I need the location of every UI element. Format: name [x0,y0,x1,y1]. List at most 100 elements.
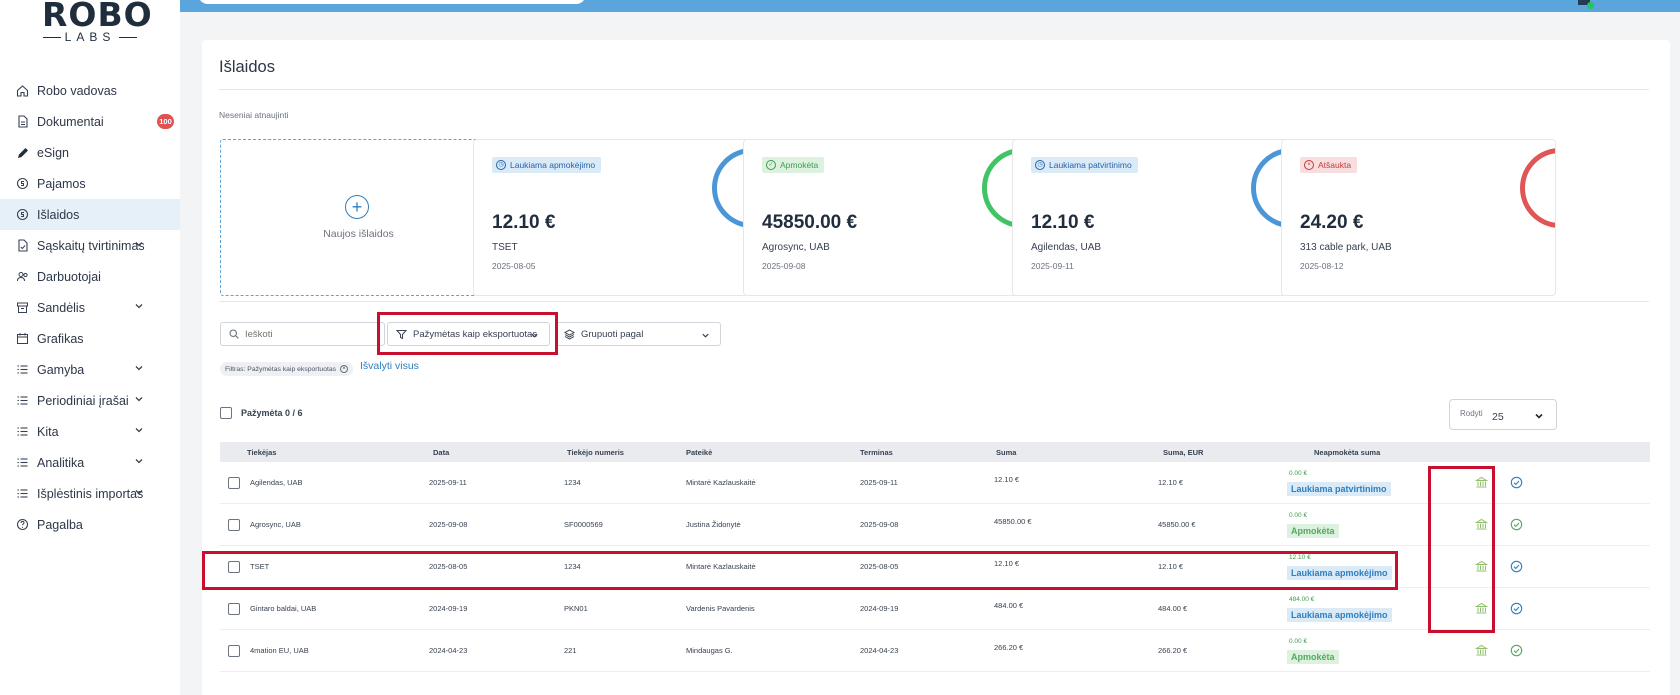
list-icon [15,394,29,408]
col-header-sum[interactable]: Suma [996,448,1016,457]
select-all[interactable]: Pažymėta 0 / 6 [220,407,303,419]
sidebar-item-dokumentai[interactable]: Dokumentai 100 [0,106,180,137]
cell-sum: 484.00 € [994,601,1024,610]
sidebar-item-kita[interactable]: Kita [0,416,180,447]
active-filter-chip[interactable]: Filtras: Pažymėtas kaip eksportuotas × [220,362,354,376]
col-header-supplier[interactable]: Tiekėjas [247,448,276,457]
sidebar-item-label: Dokumentai [37,114,104,129]
col-header-submitted-by[interactable]: Pateikė [686,448,712,457]
cell-supplier-number: SF0000569 [564,520,603,529]
cell-unpaid-amount: 0.00 € [1289,638,1308,645]
search-input[interactable] [245,328,375,340]
page-title: Išlaidos [219,58,275,76]
status-badge: Laukiama patvirtinimo [1287,482,1391,496]
global-search-bar[interactable] [198,0,586,4]
close-icon[interactable]: × [340,365,349,373]
card-supplier: Agrosync, UAB [762,242,830,253]
clear-all-filters-link[interactable]: Išvalyti visus [360,360,419,372]
col-header-sum-eur[interactable]: Suma, EUR [1163,448,1203,457]
sidebar-item-islaidos[interactable]: Išlaidos [0,199,180,230]
card-date: 2025-08-12 [1300,261,1344,271]
sidebar-item-analitika[interactable]: Analitika [0,447,180,478]
col-header-due[interactable]: Terminas [860,448,893,457]
sidebar-item-label: Išlaidos [37,207,80,222]
cell-unpaid-amount: 0.00 € [1289,470,1308,477]
sidebar-item-isplestinis-importas[interactable]: Išplėstinis importas [0,478,180,509]
cell-date: 2024-09-19 [429,604,468,613]
sidebar-item-robo-vadovas[interactable]: Robo vadovas [0,75,180,106]
cell-supplier: Agrosync, UAB [250,520,301,529]
group-by-dropdown[interactable]: Grupuoti pagal [555,322,721,346]
chevron-down-icon [135,490,143,495]
robolabs-logo[interactable]: ROBO LABS [42,0,153,44]
new-expense-card[interactable]: + Naujos išlaidos [220,139,497,296]
cell-submitted-by: Mindaugas G. [686,646,733,655]
status-card[interactable]: ◷ Laukiama patvirtinimo 12.10 € Agilendas, … [1012,139,1287,296]
divider [219,89,1649,90]
sidebar-item-esign[interactable]: eSign [0,137,180,168]
archive-icon [15,301,29,315]
cell-date: 2024-04-23 [429,646,468,655]
search-input-wrapper[interactable] [220,322,385,346]
status-card[interactable]: × Atšaukta 24.20 € 313 cable park, UAB 2025-… [1281,139,1556,296]
cell-sum-eur: 266.20 € [1158,646,1188,655]
sidebar-item-label: Robo vadovas [37,83,117,98]
card-amount: 24.20 € [1300,212,1364,233]
bank-icon[interactable] [1474,644,1489,657]
document-icon [15,115,29,129]
status-badge: × Atšaukta [1300,157,1358,173]
list-icon [15,363,29,377]
status-card[interactable]: ◷ Laukiama apmokėjimo 12.10 € TSET 2025-08-0… [473,139,748,296]
check-circle-icon: ✓ [766,160,776,170]
row-checkbox[interactable] [228,519,240,531]
sidebar-item-gamyba[interactable]: Gamyba [0,354,180,385]
new-expense-label: Naujos išlaidos [323,228,394,240]
card-amount: 45850.00 € [762,212,858,233]
sidebar-item-grafikas[interactable]: Grafikas [0,323,180,354]
col-header-date[interactable]: Data [433,448,449,457]
check-circle-icon[interactable] [1510,644,1523,657]
check-circle-icon[interactable] [1510,602,1523,615]
list-icon [15,425,29,439]
sidebar-item-periodiniai-irasai[interactable]: Periodiniai įrašai [0,385,180,416]
card-amount: 12.10 € [492,212,556,233]
status-ring [1520,148,1555,228]
card-amount: 12.10 € [1031,212,1095,233]
select-all-checkbox[interactable] [220,407,232,419]
sidebar-item-pajamos[interactable]: Pajamos [0,168,180,199]
rows-per-page-select[interactable]: Rodyti 25 [1449,399,1557,430]
notification-badge: 100 [157,114,174,129]
check-circle-icon[interactable] [1510,476,1523,489]
cell-date: 2025-09-08 [429,520,468,529]
cell-supplier: Agilendas, UAB [250,478,303,487]
sidebar-item-pagalba[interactable]: Pagalba [0,509,180,540]
search-icon [229,329,239,339]
card-supplier: Agilendas, UAB [1031,242,1102,253]
coin-icon [15,208,29,222]
table-row[interactable]: 4mation EU, UAB 2024-04-23 221 Mindaugas G.… [220,630,1650,672]
highlight-bank-icons [1428,466,1495,633]
sidebar-nav: Robo vadovas Dokumentai 100 eSign Pajamos Išl… [0,75,180,540]
cell-submitted-by: Vardenis Pavardenis [686,604,755,613]
cell-supplier-number: 1234 [564,478,581,487]
status-badge: ◷ Laukiama apmokėjimo [492,157,602,173]
check-circle-icon[interactable] [1510,518,1523,531]
row-checkbox[interactable] [228,477,240,489]
sidebar-item-saskaitu-tvirtinimas[interactable]: Sąskaitų tvirtinimas [0,230,180,261]
status-card[interactable]: ✓ Apmokėta 45850.00 € Agrosync, UAB 2025-09-… [743,139,1018,296]
logo-main-text: ROBO [42,0,153,34]
sidebar-item-label: Sąskaitų tvirtinimas [37,238,145,253]
row-checkbox[interactable] [228,645,240,657]
user-menu[interactable] [1578,0,1594,9]
chevron-down-icon [135,397,143,402]
sidebar-item-sandelis[interactable]: Sandėlis [0,292,180,323]
col-header-unpaid[interactable]: Neapmokėta suma [1314,448,1380,457]
col-header-supplier-number[interactable]: Tiekėjo numeris [567,448,624,457]
row-checkbox[interactable] [228,603,240,615]
logo-sub-text: LABS [64,30,116,44]
cell-unpaid-amount: 0.00 € [1289,512,1308,519]
sidebar-item-darbuotojai[interactable]: Darbuotojai [0,261,180,292]
check-circle-icon[interactable] [1510,560,1523,573]
top-bar [180,0,1680,12]
chevron-down-icon [702,333,709,338]
